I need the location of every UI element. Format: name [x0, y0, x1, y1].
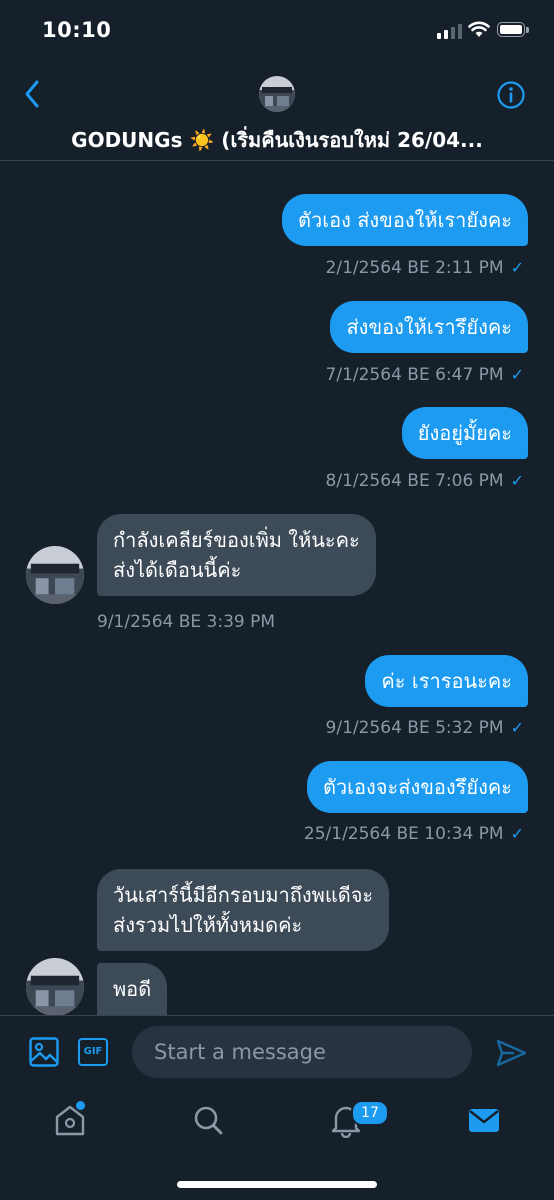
message-timestamp: 9/1/2564 BE 5:32 PM ✓ [325, 718, 524, 738]
message-text: ตัวเองจะส่งของรึยังคะ [322, 775, 512, 799]
store-photo-icon [26, 546, 84, 604]
add-image-button[interactable] [28, 1036, 60, 1068]
sender-avatar[interactable] [26, 958, 84, 1016]
send-icon [496, 1039, 527, 1067]
message-timestamp: 8/1/2564 BE 7:06 PM ✓ [325, 471, 524, 491]
message-text: ตัวเอง ส่งของให้เรายังคะ [298, 208, 512, 232]
conversation-title: GODUNGs ☀️ (เริ่มคืนเงินรอบใหม่ 26/04... [71, 128, 483, 152]
message-timestamp: 25/1/2564 BE 10:34 PM ✓ [303, 824, 524, 844]
gif-button[interactable]: GIF [78, 1038, 108, 1066]
sent-message-bubble[interactable]: ตัวเอง ส่งของให้เรายังคะ [282, 194, 528, 246]
send-button[interactable] [494, 1036, 528, 1070]
wifi-icon [468, 21, 490, 37]
store-photo-icon [26, 958, 84, 1016]
message-input[interactable] [132, 1026, 472, 1078]
header-avatar[interactable] [259, 76, 295, 112]
received-message-bubble[interactable]: พอดี [97, 963, 168, 1015]
back-chevron-icon [25, 80, 39, 108]
sent-message-bubble[interactable]: ยังอยู่มั้ยคะ [401, 407, 528, 459]
home-icon [55, 1105, 85, 1136]
header-divider [0, 160, 554, 161]
search-icon [194, 1106, 223, 1135]
message-text-line: ส่งรวมไปให้ทั้งหมดค่ะ [113, 913, 303, 937]
info-button[interactable] [496, 80, 526, 110]
notification-count-badge: 17 [351, 1100, 389, 1126]
cellular-signal-icon [437, 24, 462, 39]
home-new-dot [76, 1101, 85, 1110]
mail-icon [469, 1109, 499, 1132]
sent-message-bubble[interactable]: ส่งของให้เรารึยังคะ [330, 301, 528, 353]
info-icon [497, 81, 525, 109]
nav-search-tab[interactable] [190, 1102, 226, 1138]
sent-check-icon: ✓ [510, 258, 524, 277]
nav-messages-tab[interactable] [466, 1102, 502, 1138]
message-timestamp: 7/1/2564 BE 6:47 PM ✓ [325, 365, 524, 385]
received-message-bubble[interactable]: วันเสาร์นี้มีอีกรอบมาถึงพแดีจะ ส่งรวมไปใ… [97, 869, 390, 951]
sent-message-bubble[interactable]: ค่ะ เรารอนะคะ [365, 655, 528, 707]
battery-icon [497, 22, 529, 37]
message-timestamp: 9/1/2564 BE 3:39 PM [97, 612, 276, 632]
status-time: 10:10 [42, 18, 112, 42]
message-text-line: กำลังเคลียร์ของเพิ่ม ให้นะคะ [113, 528, 360, 552]
sent-message-bubble[interactable]: ตัวเองจะส่งของรึยังคะ [306, 761, 528, 813]
image-icon [29, 1037, 59, 1067]
composer-divider [0, 1015, 554, 1016]
sent-check-icon: ✓ [510, 365, 524, 384]
sent-check-icon: ✓ [510, 718, 524, 737]
sent-check-icon: ✓ [510, 824, 524, 843]
message-text-line: วันเสาร์นี้มีอีกรอบมาถึงพแดีจะ [113, 883, 374, 907]
message-timestamp: 2/1/2564 BE 2:11 PM ✓ [325, 258, 524, 278]
message-text-line: ส่งได้เดือนนี้ค่ะ [113, 558, 242, 582]
received-message-bubble[interactable]: กำลังเคลียร์ของเพิ่ม ให้นะคะ ส่งได้เดือน… [97, 514, 376, 596]
sent-check-icon: ✓ [510, 471, 524, 490]
message-text: ยังอยู่มั้ยคะ [417, 421, 512, 445]
message-text: ค่ะ เรารอนะคะ [381, 669, 512, 693]
back-button[interactable] [18, 76, 48, 112]
message-text: พอดี [113, 977, 152, 1001]
message-text: ส่งของให้เรารึยังคะ [346, 315, 512, 339]
home-indicator[interactable] [177, 1181, 377, 1188]
gif-icon: GIF [83, 1046, 103, 1057]
sender-avatar[interactable] [26, 546, 84, 604]
store-photo-icon [259, 76, 295, 112]
